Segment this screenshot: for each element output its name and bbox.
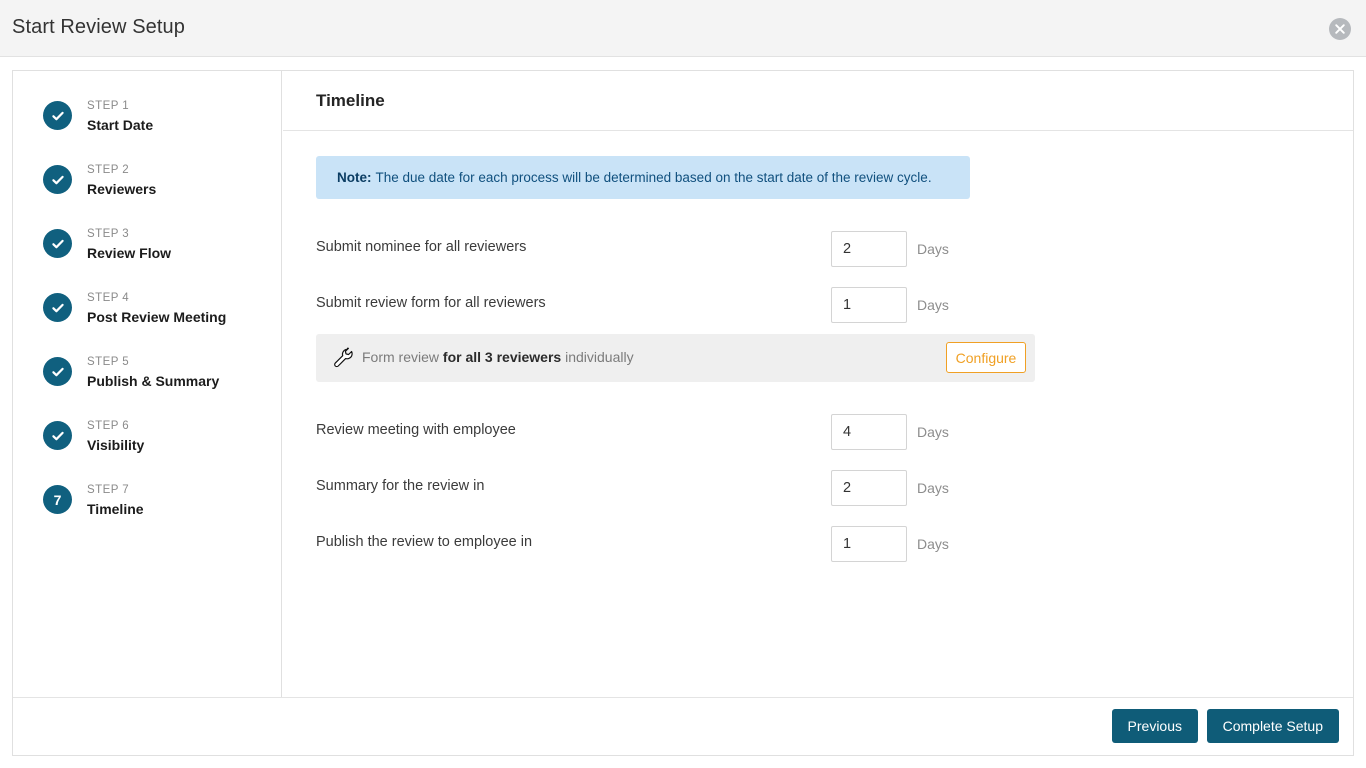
sidebar-step-number-label: STEP 1 — [87, 100, 130, 112]
sidebar-step-label: Visibility — [87, 437, 145, 453]
days-unit-label: Days — [917, 424, 949, 440]
sidebar-step-4[interactable]: STEP 4 Post Review Meeting — [13, 291, 281, 355]
wizard-footer: Previous Complete Setup — [13, 697, 1353, 755]
sidebar-step-text: STEP 4 Post Review Meeting — [87, 291, 226, 326]
sidebar-step-number-label: STEP 4 — [87, 292, 130, 304]
sidebar-step-text: STEP 7 Timeline — [87, 483, 144, 518]
timeline-row-label: Submit review form for all reviewers — [316, 295, 546, 311]
timeline-row-label: Submit nominee for all reviewers — [316, 239, 527, 255]
timeline-row-label: Review meeting with employee — [316, 422, 516, 438]
configure-text-before: Form review — [362, 349, 443, 365]
configure-description: Form review for all 3 reviewers individu… — [362, 349, 634, 365]
configure-button[interactable]: Configure — [946, 342, 1026, 373]
window-titlebar: Start Review Setup — [0, 0, 1366, 57]
sidebar-step-label: Post Review Meeting — [87, 309, 227, 325]
sidebar-step-5[interactable]: STEP 5 Publish & Summary — [13, 355, 281, 419]
sidebar-step-3[interactable]: STEP 3 Review Flow — [13, 227, 281, 291]
sidebar-step-1[interactable]: STEP 1 Start Date — [13, 99, 281, 163]
panel-header: Timeline — [283, 71, 1353, 131]
sidebar-step-number-label: STEP 3 — [87, 228, 130, 240]
timeline-row-label: Publish the review to employee in — [316, 534, 533, 550]
timeline-row: Summary for the review in Days — [316, 470, 1016, 506]
sidebar-step-number-label: STEP 6 — [87, 420, 130, 432]
complete-setup-button[interactable]: Complete Setup — [1206, 709, 1339, 743]
step-check-icon — [43, 421, 72, 450]
sidebar-step-6[interactable]: STEP 6 Visibility — [13, 419, 281, 483]
note-text: The due date for each process will be de… — [375, 170, 932, 185]
sidebar-step-text: STEP 2 Reviewers — [87, 163, 156, 198]
sidebar-step-text: STEP 6 Visibility — [87, 419, 144, 454]
sidebar-step-label: Publish & Summary — [87, 373, 220, 389]
days-unit-label: Days — [917, 241, 949, 257]
setup-wizard-card: STEP 1 Start Date STEP 2 Reviewers STEP 3 Rev… — [12, 70, 1354, 756]
sidebar-step-label: Start Date — [87, 117, 154, 133]
previous-button[interactable]: Previous — [1111, 709, 1198, 743]
sidebar-step-label: Review Flow — [87, 245, 172, 261]
sidebar-step-number-label: STEP 2 — [87, 164, 130, 176]
days-unit-label: Days — [917, 480, 949, 496]
timeline-row: Submit nominee for all reviewers Days — [316, 231, 1016, 267]
form-review-configure-strip: Form review for all 3 reviewers individu… — [316, 334, 1035, 382]
sidebar-step-number-label: STEP 5 — [87, 356, 130, 368]
step-number-badge: 7 — [43, 485, 72, 514]
sidebar-step-label: Timeline — [87, 501, 144, 517]
days-input[interactable] — [831, 231, 907, 267]
close-icon[interactable] — [1329, 18, 1351, 40]
days-unit-label: Days — [917, 536, 949, 552]
timeline-row: Submit review form for all reviewers Days — [316, 287, 1016, 323]
sidebar-step-text: STEP 1 Start Date — [87, 99, 153, 134]
sidebar-step-text: STEP 3 Review Flow — [87, 227, 171, 262]
page-title: Timeline — [316, 91, 385, 110]
days-input[interactable] — [831, 526, 907, 562]
sidebar-step-text: STEP 5 Publish & Summary — [87, 355, 219, 390]
note-prefix: Note: — [337, 170, 372, 185]
wizard-steps-sidebar: STEP 1 Start Date STEP 2 Reviewers STEP 3 Rev… — [13, 71, 282, 697]
configure-text-bold: for all 3 reviewers — [442, 349, 562, 365]
timeline-row: Review meeting with employee Days — [316, 414, 1016, 450]
step-check-icon — [43, 357, 72, 386]
step-check-icon — [43, 101, 72, 130]
days-input[interactable] — [831, 287, 907, 323]
sidebar-step-number-label: STEP 7 — [87, 484, 130, 496]
sidebar-step-2[interactable]: STEP 2 Reviewers — [13, 163, 281, 227]
days-unit-label: Days — [917, 297, 949, 313]
sidebar-step-label: Reviewers — [87, 181, 157, 197]
step-check-icon — [43, 229, 72, 258]
sidebar-step-7[interactable]: 7 STEP 7 Timeline — [13, 483, 281, 547]
step-check-icon — [43, 165, 72, 194]
note-banner: Note: The due date for each process will… — [316, 156, 970, 199]
wizard-main-panel: Timeline Note: The due date for each pro… — [283, 71, 1353, 697]
step-check-icon — [43, 293, 72, 322]
timeline-row: Publish the review to employee in Days — [316, 526, 1016, 562]
wrench-icon — [332, 346, 356, 370]
window-title: Start Review Setup — [12, 16, 185, 38]
timeline-row-label: Summary for the review in — [316, 478, 485, 494]
days-input[interactable] — [831, 414, 907, 450]
configure-text-after: individually — [561, 349, 634, 365]
days-input[interactable] — [831, 470, 907, 506]
